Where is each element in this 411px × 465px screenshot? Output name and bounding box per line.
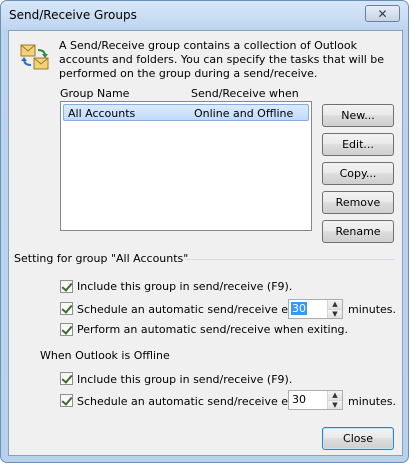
spin-up-icon[interactable]: ▲: [328, 391, 342, 400]
close-button[interactable]: Close: [322, 427, 394, 450]
offline-include-label: Include this group in send/receive (F9).: [77, 373, 293, 386]
offline-schedule-label: Schedule an automatic send/receive every: [77, 395, 313, 408]
offline-minutes-value[interactable]: 30: [291, 393, 307, 406]
spin-up-icon[interactable]: ▲: [328, 300, 342, 309]
groups-list[interactable]: All Accounts Online and Offline: [60, 101, 312, 231]
spin-down-icon[interactable]: ▼: [328, 309, 342, 318]
row-group-name: All Accounts: [68, 107, 136, 120]
send-receive-groups-dialog: Send/Receive Groups ✕ A Send/Receive gro…: [0, 0, 409, 463]
column-header-send-receive-when[interactable]: Send/Receive when: [191, 87, 299, 100]
offline-heading: When Outlook is Offline: [40, 349, 170, 362]
window-title: Send/Receive Groups: [9, 8, 137, 22]
send-receive-groups-icon: [20, 44, 49, 70]
group-settings-heading: Setting for group "All Accounts": [14, 252, 189, 265]
rename-button[interactable]: Rename: [322, 220, 394, 243]
copy-button[interactable]: Copy...: [322, 162, 394, 185]
offline-minutes-unit: minutes.: [348, 395, 397, 408]
list-header: Group Name Send/Receive when: [60, 87, 310, 101]
offline-minutes-stepper[interactable]: 30 ▲ ▼: [288, 390, 343, 410]
online-exit-checkbox[interactable]: [60, 323, 73, 336]
online-minutes-arrows[interactable]: ▲ ▼: [327, 300, 342, 318]
list-row-all-accounts[interactable]: All Accounts Online and Offline: [63, 104, 309, 121]
group-settings-divider: [185, 259, 395, 260]
online-minutes-stepper[interactable]: 30 ▲ ▼: [288, 299, 343, 319]
column-header-group-name[interactable]: Group Name: [60, 87, 129, 100]
remove-button[interactable]: Remove: [322, 191, 394, 214]
online-schedule-checkbox[interactable]: [60, 302, 73, 315]
offline-schedule-checkbox[interactable]: [60, 394, 73, 407]
offline-include-checkbox[interactable]: [60, 372, 73, 385]
online-exit-label: Perform an automatic send/receive when e…: [77, 323, 349, 336]
online-schedule-label: Schedule an automatic send/receive every: [77, 303, 313, 316]
new-button[interactable]: New...: [322, 104, 394, 127]
online-minutes-value[interactable]: 30: [291, 302, 307, 315]
dialog-description: A Send/Receive group contains a collecti…: [59, 39, 385, 80]
edit-button[interactable]: Edit...: [322, 133, 394, 156]
online-include-label: Include this group in send/receive (F9).: [77, 280, 293, 293]
online-minutes-unit: minutes.: [348, 303, 397, 316]
dialog-body: A Send/Receive group contains a collecti…: [8, 30, 403, 456]
online-include-checkbox[interactable]: [60, 280, 73, 293]
offline-minutes-arrows[interactable]: ▲ ▼: [327, 391, 342, 409]
title-bar[interactable]: Send/Receive Groups ✕: [1, 1, 408, 29]
row-send-receive-when: Online and Offline: [194, 107, 294, 120]
spin-down-icon[interactable]: ▼: [328, 400, 342, 409]
close-icon[interactable]: ✕: [365, 5, 400, 22]
